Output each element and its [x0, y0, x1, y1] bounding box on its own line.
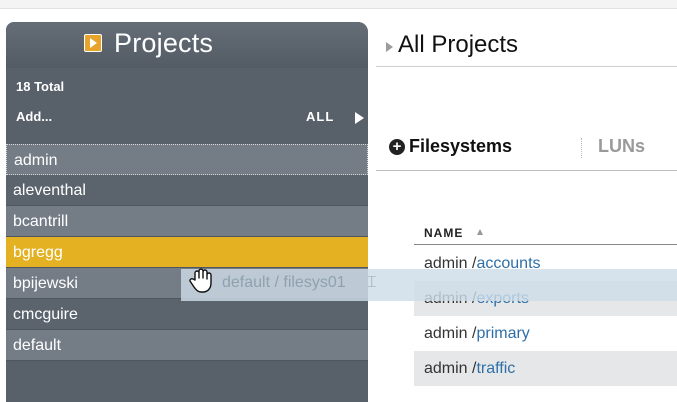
sort-ascending-icon[interactable]: [477, 229, 483, 235]
add-project-button[interactable]: Add...: [16, 109, 52, 124]
title-divider: [376, 66, 677, 67]
project-list: admin aleventhal bcantrill bgregg bpijew…: [6, 144, 368, 361]
projects-total-count: 18 Total: [16, 79, 65, 94]
table-row[interactable]: admin /primary: [414, 316, 677, 351]
play-arrow-icon[interactable]: [355, 112, 364, 124]
add-filesystem-icon[interactable]: +: [389, 139, 405, 155]
tab-divider: [581, 138, 582, 158]
row-project: admin /: [424, 360, 477, 377]
project-item-aleventhal[interactable]: aleventhal: [6, 175, 368, 206]
text-cursor-icon: ⌶: [367, 274, 377, 291]
filesystem-link[interactable]: traffic: [476, 360, 515, 377]
grab-hand-cursor-icon: [189, 268, 212, 293]
window-top-edge: [0, 0, 677, 9]
show-all-button[interactable]: ALL: [306, 109, 334, 124]
tab-filesystems[interactable]: Filesystems: [409, 136, 512, 157]
drag-ghost-label: default / filesys01: [222, 274, 346, 291]
header-divider: [414, 244, 677, 245]
table-row[interactable]: admin /traffic: [414, 351, 677, 386]
project-item-default[interactable]: default: [6, 330, 368, 361]
column-header-name[interactable]: NAME: [424, 226, 463, 240]
projects-sidebar: Projects 18 Total Add... ALL admin aleve…: [6, 22, 368, 402]
sidebar-title: Projects: [114, 28, 214, 58]
project-item-cmcguire[interactable]: cmcguire: [6, 299, 368, 330]
breadcrumb-arrow-icon: [386, 42, 393, 52]
filesystem-link[interactable]: primary: [476, 325, 529, 342]
projects-icon: [84, 34, 102, 52]
project-item-bgregg[interactable]: bgregg: [6, 237, 368, 268]
sidebar-header: Projects: [6, 22, 368, 68]
filesystems-table: admin /accounts admin /exports admin /pr…: [414, 246, 677, 386]
row-project: admin /: [424, 325, 477, 342]
project-item-bcantrill[interactable]: bcantrill: [6, 206, 368, 237]
tabs-divider: [376, 170, 677, 171]
page-title: All Projects: [398, 31, 519, 58]
tab-luns[interactable]: LUNs: [598, 136, 645, 157]
project-item-admin[interactable]: admin: [6, 144, 368, 175]
